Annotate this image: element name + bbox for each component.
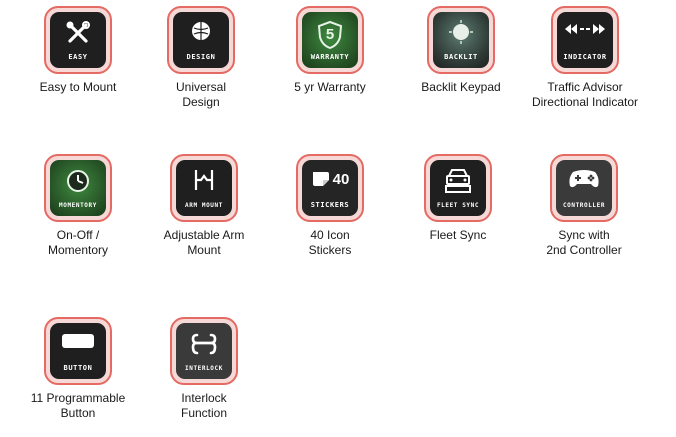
shield-5-icon: 5 WARRANTY (302, 12, 358, 68)
feature-icon-frame: EASY (44, 6, 112, 74)
feature-caption-line: Function (180, 406, 228, 420)
feature-caption-line: Momentory (47, 243, 109, 257)
feature-icon-frame: BACKLIT (427, 6, 495, 74)
feature-traffic-advisor: INDICATOR Traffic Advisor Directional In… (525, 6, 645, 110)
feature-icon-frame: MOMENTORY (44, 154, 112, 222)
feature-warranty: 5 WARRANTY 5 yr Warranty (270, 6, 390, 95)
feature-programmable-button: BUTTON 11 Programmable Button (18, 317, 138, 421)
feature-caption: 40 Icon Stickers (270, 228, 390, 258)
feature-icon-frame: 40 STICKERS (296, 154, 364, 222)
feature-caption-line: Mount (187, 243, 221, 257)
feature-backlit-keypad: BACKLIT Backlit Keypad (401, 6, 521, 95)
feature-icon-frame: CONTROLLER (550, 154, 618, 222)
feature-easy-to-mount: EASY Easy to Mount (18, 6, 138, 95)
button-icon: BUTTON (50, 323, 106, 379)
tools-icon: EASY (50, 12, 106, 68)
stickers-count: 40 (332, 170, 350, 188)
feature-caption: Sync with 2nd Controller (524, 228, 644, 258)
feature-icon-frame: DESIGN (167, 6, 235, 74)
feature-caption-line: Button (60, 406, 96, 420)
feature-on-off-momentory: MOMENTORY On-Off / Momentory (18, 154, 138, 258)
feature-icon-frame: BUTTON (44, 317, 112, 385)
feature-badge-text: WARRANTY (310, 53, 350, 61)
feature-badge-text: BACKLIT (444, 53, 478, 61)
feature-icon-frame: 5 WARRANTY (296, 6, 364, 74)
feature-caption: Fleet Sync (398, 228, 518, 243)
feature-caption: Backlit Keypad (401, 80, 521, 95)
feature-caption-line: Universal (175, 80, 226, 94)
feature-caption-line: Stickers (308, 243, 352, 257)
feature-badge-text: BUTTON (63, 364, 93, 372)
stickers-icon: 40 STICKERS (302, 160, 358, 216)
feature-icon-stickers: 40 STICKERS 40 Icon Stickers (270, 154, 390, 258)
feature-caption-line: 2nd Controller (546, 243, 622, 257)
feature-badge-text: INTERLOCK (185, 365, 223, 372)
feature-badge-text: MOMENTORY (59, 202, 97, 209)
momentary-icon: MOMENTORY (50, 160, 106, 216)
feature-badge-text: DESIGN (186, 53, 216, 61)
feature-caption-line: Easy to Mount (39, 80, 117, 94)
feature-caption-line: Interlock (181, 391, 227, 405)
feature-icon-frame: ARM MOUNT (170, 154, 238, 222)
feature-badge-text: INDICATOR (563, 53, 607, 61)
feature-caption-line: 5 yr Warranty (294, 80, 366, 94)
feature-caption-line: Directional Indicator (531, 95, 639, 109)
feature-caption: 11 Programmable Button (18, 391, 138, 421)
feature-interlock: INTERLOCK Interlock Function (144, 317, 264, 421)
feature-caption-line: Design (182, 95, 220, 109)
feature-caption-line: 40 Icon (310, 228, 350, 242)
feature-badge-text: STICKERS (310, 201, 350, 209)
globe-icon: DESIGN (173, 12, 229, 68)
interlock-icon: INTERLOCK (176, 323, 232, 379)
feature-caption: Traffic Advisor Directional Indicator (525, 80, 645, 110)
feature-sync-controller: CONTROLLER Sync with 2nd Controller (524, 154, 644, 258)
feature-caption: 5 yr Warranty (270, 80, 390, 95)
backlit-keypad-icon: BACKLIT (433, 12, 489, 68)
feature-badge-text: CONTROLLER (562, 202, 606, 209)
warranty-number: 5 (325, 26, 335, 43)
feature-badge-text: EASY (68, 53, 88, 61)
feature-caption: Interlock Function (144, 391, 264, 421)
adjustable-arm-icon: ARM MOUNT (176, 160, 232, 216)
feature-caption: Adjustable Arm Mount (144, 228, 264, 258)
feature-icon-frame: INDICATOR (551, 6, 619, 74)
feature-caption-line: Sync with (558, 228, 610, 242)
feature-universal-design: DESIGN Universal Design (141, 6, 261, 110)
feature-caption-line: Backlit Keypad (421, 80, 501, 94)
feature-badge-text: ARM MOUNT (185, 202, 223, 209)
feature-caption-line: On-Off / (56, 228, 100, 242)
feature-caption: On-Off / Momentory (18, 228, 138, 258)
feature-caption-line: Adjustable Arm (163, 228, 245, 242)
feature-caption: Universal Design (141, 80, 261, 110)
fleet-sync-icon: FLEET SYNC (430, 160, 486, 216)
feature-fleet-sync: FLEET SYNC Fleet Sync (398, 154, 518, 243)
feature-adjustable-arm: ARM MOUNT Adjustable Arm Mount (144, 154, 264, 258)
controller-icon: CONTROLLER (556, 160, 612, 216)
feature-icon-frame: INTERLOCK (170, 317, 238, 385)
feature-caption-line: Traffic Advisor (547, 80, 623, 94)
feature-icon-frame: FLEET SYNC (424, 154, 492, 222)
feature-caption: Easy to Mount (18, 80, 138, 95)
feature-caption-line: 11 Programmable (30, 391, 126, 405)
feature-badge-text: FLEET SYNC (436, 202, 480, 209)
feature-caption-line: Fleet Sync (429, 228, 487, 242)
arrows-icon: INDICATOR (557, 12, 613, 68)
